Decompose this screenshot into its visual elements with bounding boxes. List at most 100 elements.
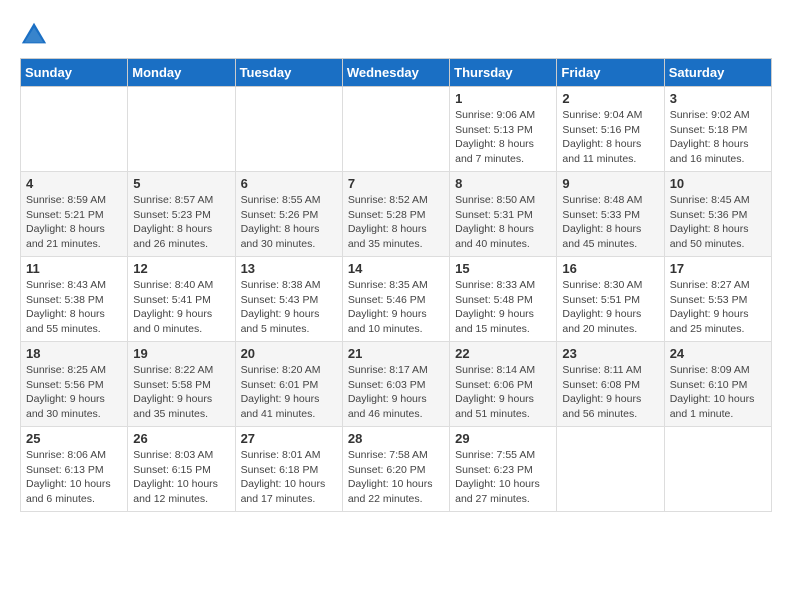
calendar-cell <box>664 427 771 512</box>
calendar-week-3: 11Sunrise: 8:43 AMSunset: 5:38 PMDayligh… <box>21 257 772 342</box>
day-detail: Sunrise: 8:25 AMSunset: 5:56 PMDaylight:… <box>26 363 122 422</box>
day-detail: Sunrise: 8:27 AMSunset: 5:53 PMDaylight:… <box>670 278 766 337</box>
calendar-cell: 2 Sunrise: 9:04 AMSunset: 5:16 PMDaylight… <box>557 87 664 172</box>
day-number: 15 <box>455 261 551 276</box>
day-header-monday: Monday <box>128 59 235 87</box>
day-detail: Sunrise: 7:58 AMSunset: 6:20 PMDaylight:… <box>348 448 444 507</box>
calendar-cell: 27 Sunrise: 8:01 AMSunset: 6:18 PMDayligh… <box>235 427 342 512</box>
calendar-header: SundayMondayTuesdayWednesdayThursdayFrid… <box>21 59 772 87</box>
calendar-cell <box>128 87 235 172</box>
calendar-cell: 3 Sunrise: 9:02 AMSunset: 5:18 PMDaylight… <box>664 87 771 172</box>
day-header-friday: Friday <box>557 59 664 87</box>
day-header-sunday: Sunday <box>21 59 128 87</box>
day-number: 6 <box>241 176 337 191</box>
calendar-cell: 14 Sunrise: 8:35 AMSunset: 5:46 PMDayligh… <box>342 257 449 342</box>
day-detail: Sunrise: 8:38 AMSunset: 5:43 PMDaylight:… <box>241 278 337 337</box>
calendar-week-1: 1 Sunrise: 9:06 AMSunset: 5:13 PMDaylight… <box>21 87 772 172</box>
day-detail: Sunrise: 8:14 AMSunset: 6:06 PMDaylight:… <box>455 363 551 422</box>
day-detail: Sunrise: 8:52 AMSunset: 5:28 PMDaylight:… <box>348 193 444 252</box>
calendar-week-5: 25 Sunrise: 8:06 AMSunset: 6:13 PMDayligh… <box>21 427 772 512</box>
day-number: 16 <box>562 261 658 276</box>
day-number: 2 <box>562 91 658 106</box>
logo-icon <box>20 20 48 48</box>
day-header-wednesday: Wednesday <box>342 59 449 87</box>
day-detail: Sunrise: 8:45 AMSunset: 5:36 PMDaylight:… <box>670 193 766 252</box>
day-detail: Sunrise: 7:55 AMSunset: 6:23 PMDaylight:… <box>455 448 551 507</box>
calendar-cell: 11Sunrise: 8:43 AMSunset: 5:38 PMDayligh… <box>21 257 128 342</box>
calendar-cell: 23 Sunrise: 8:11 AMSunset: 6:08 PMDayligh… <box>557 342 664 427</box>
calendar-cell: 18 Sunrise: 8:25 AMSunset: 5:56 PMDayligh… <box>21 342 128 427</box>
day-header-tuesday: Tuesday <box>235 59 342 87</box>
calendar-cell: 13 Sunrise: 8:38 AMSunset: 5:43 PMDayligh… <box>235 257 342 342</box>
calendar-cell: 22 Sunrise: 8:14 AMSunset: 6:06 PMDayligh… <box>450 342 557 427</box>
day-number: 23 <box>562 346 658 361</box>
day-detail: Sunrise: 9:06 AMSunset: 5:13 PMDaylight:… <box>455 108 551 167</box>
day-detail: Sunrise: 9:04 AMSunset: 5:16 PMDaylight:… <box>562 108 658 167</box>
calendar-cell <box>342 87 449 172</box>
day-number: 28 <box>348 431 444 446</box>
calendar-cell <box>21 87 128 172</box>
calendar-week-4: 18 Sunrise: 8:25 AMSunset: 5:56 PMDayligh… <box>21 342 772 427</box>
day-detail: Sunrise: 8:01 AMSunset: 6:18 PMDaylight:… <box>241 448 337 507</box>
day-number: 14 <box>348 261 444 276</box>
calendar-cell: 16 Sunrise: 8:30 AMSunset: 5:51 PMDayligh… <box>557 257 664 342</box>
calendar-cell <box>557 427 664 512</box>
day-detail: Sunrise: 8:09 AMSunset: 6:10 PMDaylight:… <box>670 363 766 422</box>
calendar-cell: 4 Sunrise: 8:59 AMSunset: 5:21 PMDaylight… <box>21 172 128 257</box>
day-detail: Sunrise: 8:33 AMSunset: 5:48 PMDaylight:… <box>455 278 551 337</box>
calendar-cell: 9 Sunrise: 8:48 AMSunset: 5:33 PMDaylight… <box>557 172 664 257</box>
day-detail: Sunrise: 8:55 AMSunset: 5:26 PMDaylight:… <box>241 193 337 252</box>
day-number: 10 <box>670 176 766 191</box>
day-detail: Sunrise: 8:30 AMSunset: 5:51 PMDaylight:… <box>562 278 658 337</box>
day-number: 18 <box>26 346 122 361</box>
day-number: 7 <box>348 176 444 191</box>
day-detail: Sunrise: 8:48 AMSunset: 5:33 PMDaylight:… <box>562 193 658 252</box>
day-detail: Sunrise: 8:20 AMSunset: 6:01 PMDaylight:… <box>241 363 337 422</box>
day-detail: Sunrise: 8:57 AMSunset: 5:23 PMDaylight:… <box>133 193 229 252</box>
calendar-cell: 25 Sunrise: 8:06 AMSunset: 6:13 PMDayligh… <box>21 427 128 512</box>
calendar-cell: 8Sunrise: 8:50 AMSunset: 5:31 PMDaylight… <box>450 172 557 257</box>
calendar-cell: 1 Sunrise: 9:06 AMSunset: 5:13 PMDaylight… <box>450 87 557 172</box>
day-header-saturday: Saturday <box>664 59 771 87</box>
calendar-cell: 5 Sunrise: 8:57 AMSunset: 5:23 PMDaylight… <box>128 172 235 257</box>
day-number: 19 <box>133 346 229 361</box>
day-number: 24 <box>670 346 766 361</box>
day-number: 25 <box>26 431 122 446</box>
page-header <box>20 20 772 48</box>
day-detail: Sunrise: 8:43 AMSunset: 5:38 PMDaylight:… <box>26 278 122 337</box>
day-detail: Sunrise: 8:35 AMSunset: 5:46 PMDaylight:… <box>348 278 444 337</box>
day-number: 4 <box>26 176 122 191</box>
day-detail: Sunrise: 8:06 AMSunset: 6:13 PMDaylight:… <box>26 448 122 507</box>
calendar-cell: 26 Sunrise: 8:03 AMSunset: 6:15 PMDayligh… <box>128 427 235 512</box>
calendar-cell: 10 Sunrise: 8:45 AMSunset: 5:36 PMDayligh… <box>664 172 771 257</box>
day-detail: Sunrise: 9:02 AMSunset: 5:18 PMDaylight:… <box>670 108 766 167</box>
day-detail: Sunrise: 8:59 AMSunset: 5:21 PMDaylight:… <box>26 193 122 252</box>
calendar-cell: 17 Sunrise: 8:27 AMSunset: 5:53 PMDayligh… <box>664 257 771 342</box>
day-number: 5 <box>133 176 229 191</box>
day-header-thursday: Thursday <box>450 59 557 87</box>
day-number: 9 <box>562 176 658 191</box>
calendar-cell: 6 Sunrise: 8:55 AMSunset: 5:26 PMDaylight… <box>235 172 342 257</box>
calendar-cell: 24 Sunrise: 8:09 AMSunset: 6:10 PMDayligh… <box>664 342 771 427</box>
day-detail: Sunrise: 8:03 AMSunset: 6:15 PMDaylight:… <box>133 448 229 507</box>
day-detail: Sunrise: 8:22 AMSunset: 5:58 PMDaylight:… <box>133 363 229 422</box>
day-number: 22 <box>455 346 551 361</box>
calendar-cell <box>235 87 342 172</box>
day-number: 26 <box>133 431 229 446</box>
calendar-cell: 21Sunrise: 8:17 AMSunset: 6:03 PMDayligh… <box>342 342 449 427</box>
day-number: 8 <box>455 176 551 191</box>
day-detail: Sunrise: 8:11 AMSunset: 6:08 PMDaylight:… <box>562 363 658 422</box>
day-number: 27 <box>241 431 337 446</box>
day-number: 3 <box>670 91 766 106</box>
calendar-cell: 7 Sunrise: 8:52 AMSunset: 5:28 PMDaylight… <box>342 172 449 257</box>
day-number: 21 <box>348 346 444 361</box>
calendar-cell: 20 Sunrise: 8:20 AMSunset: 6:01 PMDayligh… <box>235 342 342 427</box>
calendar-cell: 19 Sunrise: 8:22 AMSunset: 5:58 PMDayligh… <box>128 342 235 427</box>
day-number: 20 <box>241 346 337 361</box>
day-number: 13 <box>241 261 337 276</box>
calendar-cell: 12Sunrise: 8:40 AMSunset: 5:41 PMDayligh… <box>128 257 235 342</box>
calendar-cell: 28 Sunrise: 7:58 AMSunset: 6:20 PMDayligh… <box>342 427 449 512</box>
calendar-cell: 15 Sunrise: 8:33 AMSunset: 5:48 PMDayligh… <box>450 257 557 342</box>
day-number: 1 <box>455 91 551 106</box>
day-number: 17 <box>670 261 766 276</box>
